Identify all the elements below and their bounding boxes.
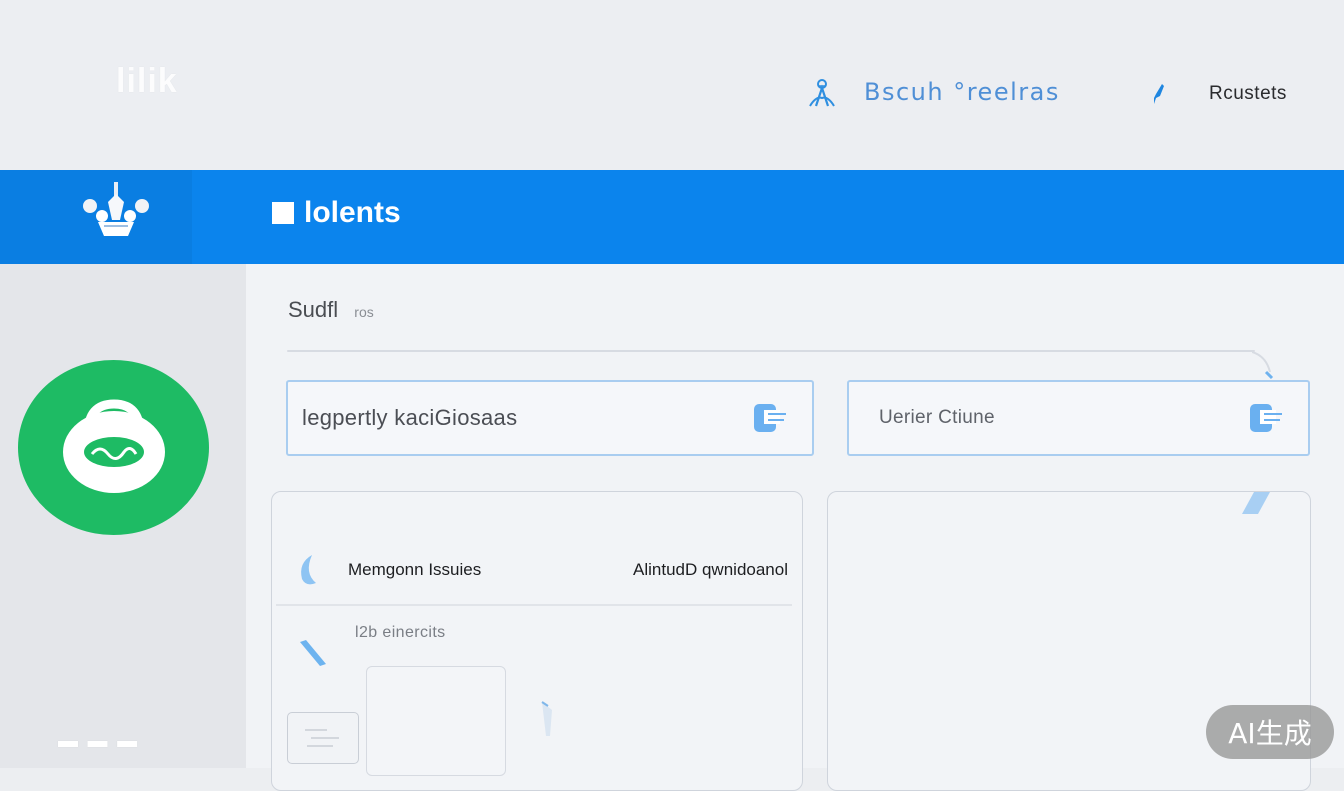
title-bar bbox=[0, 170, 1344, 264]
ai-generated-badge: AI生成 bbox=[1206, 705, 1334, 759]
field-value[interactable]: Uerier Ctiune bbox=[879, 407, 995, 429]
app-logo[interactable]: lilik bbox=[116, 62, 178, 101]
page-title-text: lolents bbox=[304, 196, 401, 229]
page-title: lolents bbox=[272, 196, 401, 230]
list-item-label: l2b einercits bbox=[355, 624, 446, 641]
cursor-icon bbox=[541, 701, 552, 736]
drop-icon bbox=[301, 555, 316, 585]
pin-icon[interactable] bbox=[1152, 82, 1168, 106]
list-item-label: Memgonn Issuies bbox=[348, 560, 482, 579]
top-header bbox=[0, 0, 1344, 170]
text-field-secondary[interactable]: Uerier Ctiune bbox=[847, 380, 1310, 456]
crest-icon bbox=[83, 182, 149, 236]
list-divider bbox=[276, 604, 792, 606]
title-square-icon bbox=[272, 202, 294, 224]
search-bar[interactable]: Bscuh °reelras bbox=[806, 70, 1060, 114]
sidebar-footer: ▬ ▬ ▬ bbox=[58, 730, 140, 752]
section-title: Sudfl bbox=[288, 297, 339, 322]
lock-icon bbox=[63, 399, 165, 493]
section-subtitle: ros bbox=[354, 304, 374, 320]
corner-curve-icon bbox=[1252, 352, 1274, 380]
document-icon[interactable] bbox=[752, 400, 786, 436]
text-field-primary[interactable]: legpertly kaciGiosaas bbox=[286, 380, 814, 456]
section-divider bbox=[287, 350, 1255, 352]
requests-link[interactable]: Rcustets bbox=[1209, 83, 1287, 105]
lines-icon bbox=[305, 729, 339, 747]
search-input[interactable]: Bscuh °reelras bbox=[864, 78, 1060, 106]
search-icon bbox=[809, 79, 835, 107]
lock-button[interactable] bbox=[18, 360, 209, 535]
tag-icon[interactable] bbox=[1240, 490, 1272, 516]
pen-icon[interactable] bbox=[296, 636, 330, 668]
document-icon[interactable] bbox=[1248, 400, 1282, 436]
field-value[interactable]: legpertly kaciGiosaas bbox=[302, 405, 517, 431]
list-item-value: AlintudD qwnidoanol bbox=[633, 560, 788, 579]
sub-card bbox=[366, 666, 506, 776]
list-item[interactable]: Memgonn Issuies AlintudD qwnidoanol bbox=[296, 550, 788, 590]
section-heading: Sudfl ros bbox=[288, 297, 374, 323]
